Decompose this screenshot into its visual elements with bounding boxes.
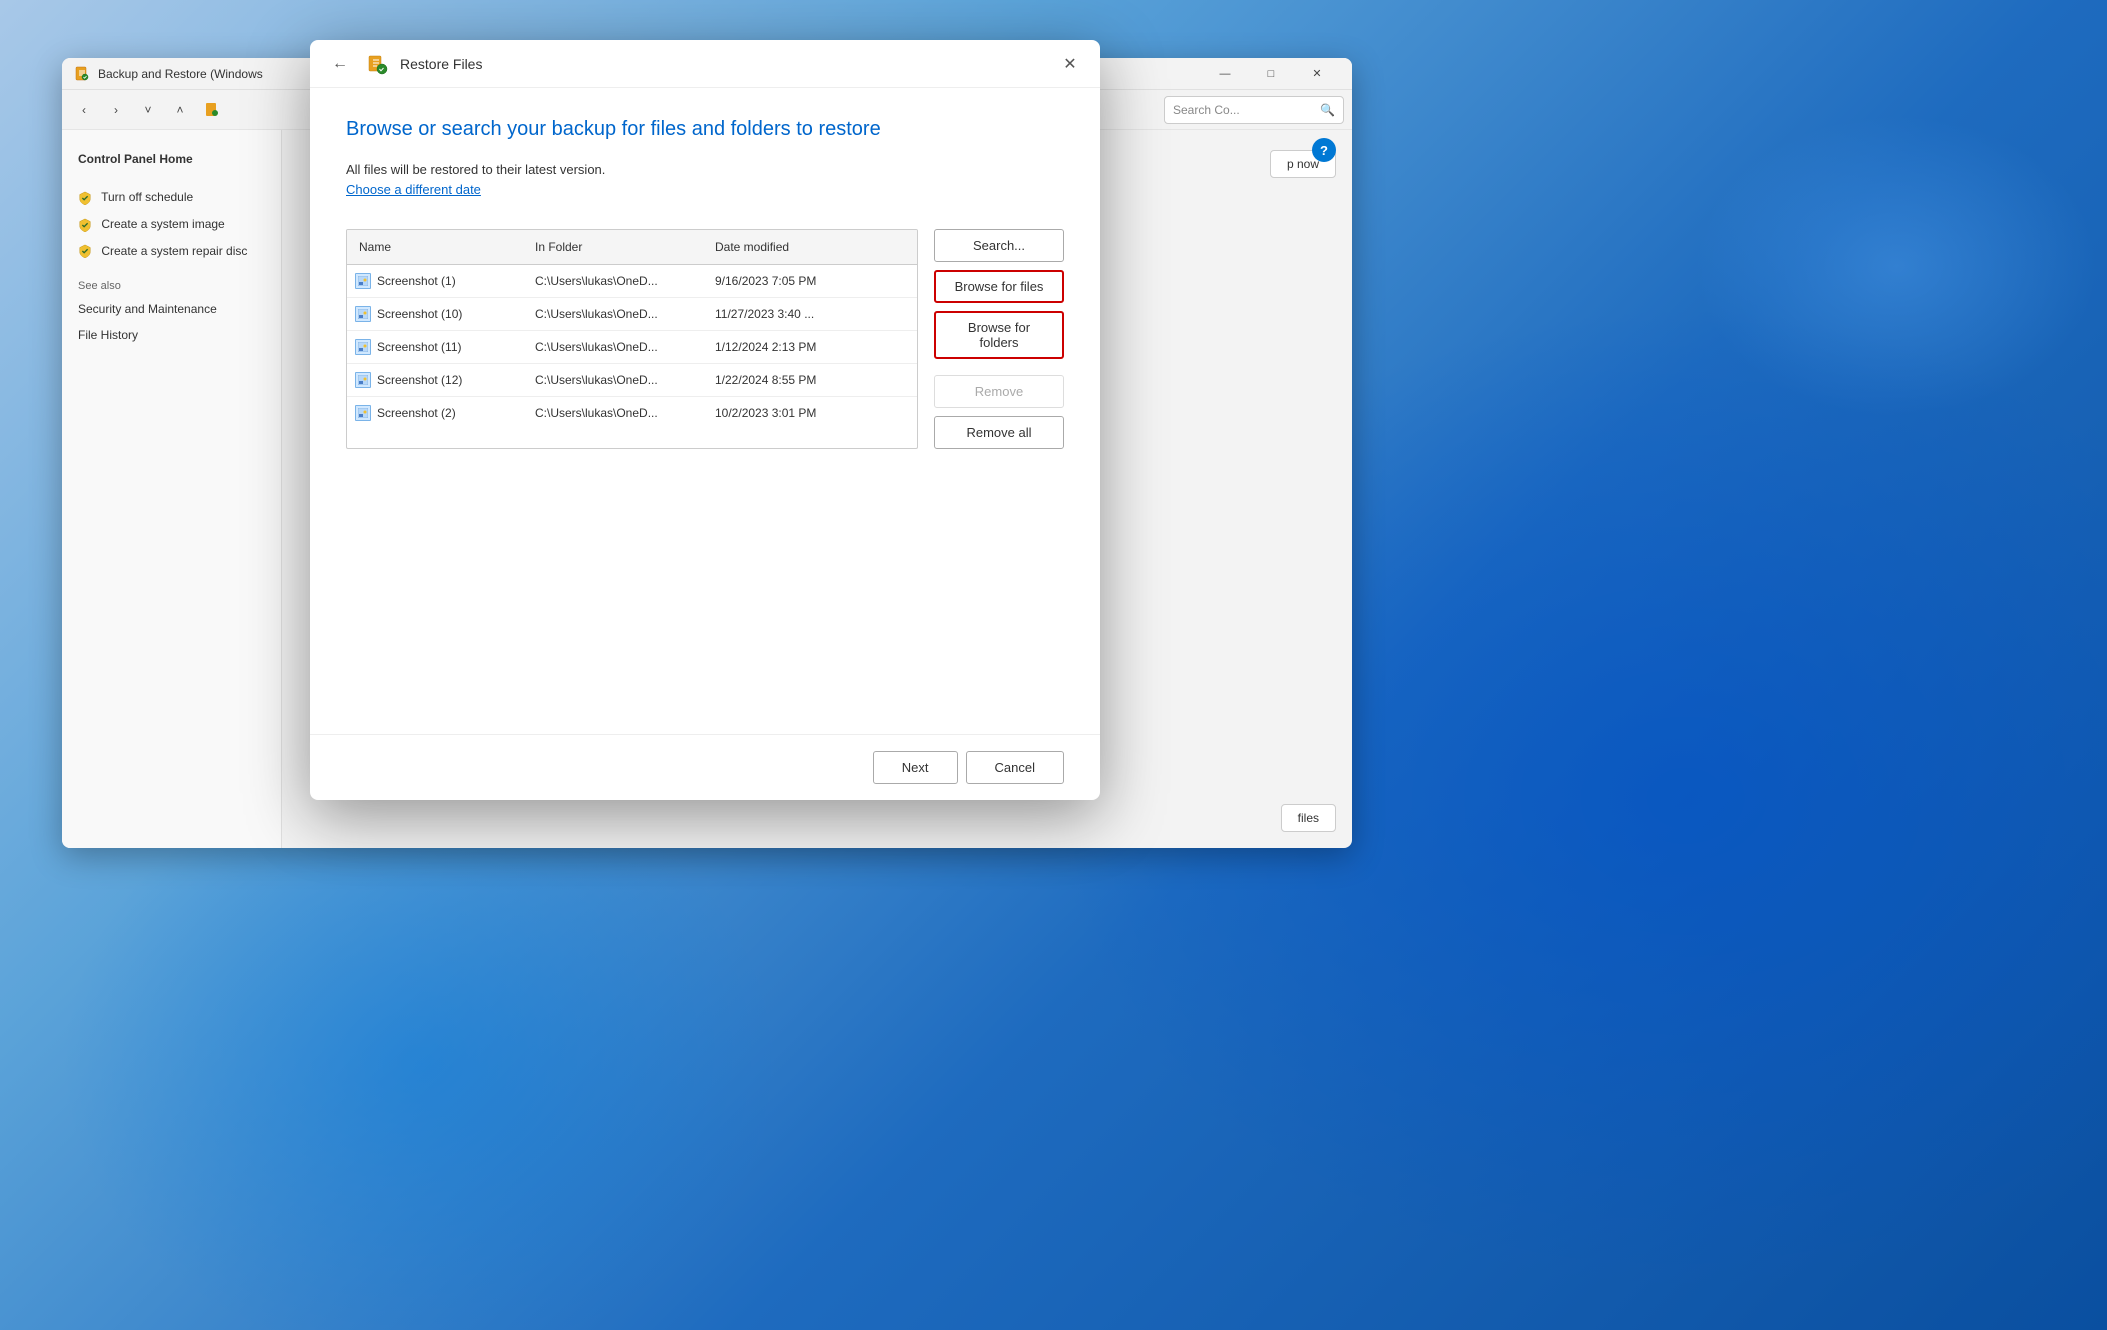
search-icon: 🔍 bbox=[1320, 103, 1335, 117]
file-cell-date-0: 9/16/2023 7:05 PM bbox=[707, 271, 917, 291]
dialog-close-button[interactable]: ✕ bbox=[1056, 50, 1084, 78]
cancel-button[interactable]: Cancel bbox=[966, 751, 1064, 784]
shield-icon-2 bbox=[78, 218, 92, 232]
file-cell-name-2: Screenshot (11) bbox=[347, 336, 527, 358]
bg-bottom-button[interactable]: files bbox=[1281, 804, 1336, 832]
backup-toolbar-icon bbox=[204, 102, 220, 118]
file-cell-folder-3: C:\Users\lukas\OneD... bbox=[527, 370, 707, 390]
file-cell-name-4: Screenshot (2) bbox=[347, 402, 527, 424]
sidebar-item-security[interactable]: Security and Maintenance bbox=[62, 296, 281, 322]
maximize-button[interactable]: □ bbox=[1248, 58, 1294, 90]
table-row[interactable]: Screenshot (10) C:\Users\lukas\OneD... 1… bbox=[347, 298, 917, 331]
dialog-title-text: Restore Files bbox=[400, 56, 482, 72]
shield-icon-3 bbox=[78, 244, 92, 258]
back-nav-button[interactable]: ‹ bbox=[70, 96, 98, 124]
file-icon-3 bbox=[355, 372, 371, 388]
col-header-folder: In Folder bbox=[527, 236, 707, 258]
toolbar-icon bbox=[198, 96, 226, 124]
bg-sidebar: Control Panel Home Turn off schedule Cre… bbox=[62, 130, 282, 848]
dialog-footer: Next Cancel bbox=[310, 734, 1100, 800]
dialog-body: Browse or search your backup for files a… bbox=[310, 88, 1100, 734]
backup-icon bbox=[74, 66, 90, 82]
dialog-content-area: Name In Folder Date modified bbox=[346, 229, 1064, 449]
sidebar-item-create-repair-disc[interactable]: Create a system repair disc bbox=[62, 238, 281, 265]
file-cell-date-1: 11/27/2023 3:40 ... bbox=[707, 304, 917, 324]
search-bar[interactable]: Search Co... 🔍 bbox=[1164, 96, 1344, 124]
dialog-titlebar: ← Restore Files ✕ bbox=[310, 40, 1100, 88]
file-icon-4 bbox=[355, 405, 371, 421]
file-cell-folder-2: C:\Users\lukas\OneD... bbox=[527, 337, 707, 357]
sidebar-item-turn-off-schedule[interactable]: Turn off schedule bbox=[62, 184, 281, 211]
image-icon-1 bbox=[358, 309, 368, 319]
table-row[interactable]: Screenshot (12) C:\Users\lukas\OneD... 1… bbox=[347, 364, 917, 397]
dropdown-nav-button[interactable]: ˅ bbox=[134, 96, 162, 124]
col-header-date: Date modified bbox=[707, 236, 917, 258]
image-icon-3 bbox=[358, 375, 368, 385]
remove-all-button[interactable]: Remove all bbox=[934, 416, 1064, 449]
file-cell-name-3: Screenshot (12) bbox=[347, 369, 527, 391]
file-cell-date-2: 1/12/2024 2:13 PM bbox=[707, 337, 917, 357]
file-cell-folder-4: C:\Users\lukas\OneD... bbox=[527, 403, 707, 423]
dialog-title-left: ← Restore Files bbox=[326, 50, 482, 78]
dialog-back-button[interactable]: ← bbox=[326, 50, 354, 78]
file-table: Name In Folder Date modified bbox=[346, 229, 918, 449]
file-cell-folder-1: C:\Users\lukas\OneD... bbox=[527, 304, 707, 324]
file-cell-name-1: Screenshot (10) bbox=[347, 303, 527, 325]
file-cell-name-0: Screenshot (1) bbox=[347, 270, 527, 292]
file-icon-1 bbox=[355, 306, 371, 322]
file-icon-2 bbox=[355, 339, 371, 355]
file-table-header: Name In Folder Date modified bbox=[347, 230, 917, 265]
forward-nav-button[interactable]: › bbox=[102, 96, 130, 124]
window-controls: — □ ✕ bbox=[1202, 58, 1340, 90]
see-also-label: See also bbox=[62, 264, 281, 296]
remove-button[interactable]: Remove bbox=[934, 375, 1064, 408]
up-nav-button[interactable]: ˄ bbox=[166, 96, 194, 124]
file-cell-folder-0: C:\Users\lukas\OneD... bbox=[527, 271, 707, 291]
sidebar-item-file-history[interactable]: File History bbox=[62, 322, 281, 348]
minimize-button[interactable]: — bbox=[1202, 58, 1248, 90]
bg-bottom-area: files bbox=[1281, 804, 1336, 832]
file-cell-date-4: 10/2/2023 3:01 PM bbox=[707, 403, 917, 423]
close-window-button[interactable]: ✕ bbox=[1294, 58, 1340, 90]
table-row[interactable]: Screenshot (1) C:\Users\lukas\OneD... 9/… bbox=[347, 265, 917, 298]
search-placeholder: Search Co... bbox=[1173, 103, 1240, 117]
help-button[interactable]: ? bbox=[1312, 138, 1336, 162]
browse-folders-button[interactable]: Browse for folders bbox=[934, 311, 1064, 359]
file-cell-date-3: 1/22/2024 8:55 PM bbox=[707, 370, 917, 390]
file-icon-0 bbox=[355, 273, 371, 289]
sidebar-item-control-panel-home[interactable]: Control Panel Home bbox=[62, 146, 281, 172]
sidebar-item-create-system-image[interactable]: Create a system image bbox=[62, 211, 281, 238]
shield-icon-1 bbox=[78, 191, 92, 205]
search-button[interactable]: Search... bbox=[934, 229, 1064, 262]
next-button[interactable]: Next bbox=[873, 751, 958, 784]
table-row[interactable]: Screenshot (2) C:\Users\lukas\OneD... 10… bbox=[347, 397, 917, 429]
image-icon-4 bbox=[358, 408, 368, 418]
right-panel: Search... Browse for files Browse for fo… bbox=[934, 229, 1064, 449]
table-row[interactable]: Screenshot (11) C:\Users\lukas\OneD... 1… bbox=[347, 331, 917, 364]
dialog-heading: Browse or search your backup for files a… bbox=[346, 116, 1064, 142]
restore-files-dialog: ← Restore Files ✕ Browse or search your … bbox=[310, 40, 1100, 800]
image-icon-2 bbox=[358, 342, 368, 352]
restore-files-icon bbox=[366, 53, 388, 75]
dialog-subtext: All files will be restored to their late… bbox=[346, 162, 1064, 177]
image-icon-0 bbox=[358, 276, 368, 286]
col-header-name: Name bbox=[347, 236, 527, 258]
browse-files-button[interactable]: Browse for files bbox=[934, 270, 1064, 303]
choose-different-date-link[interactable]: Choose a different date bbox=[346, 182, 481, 197]
